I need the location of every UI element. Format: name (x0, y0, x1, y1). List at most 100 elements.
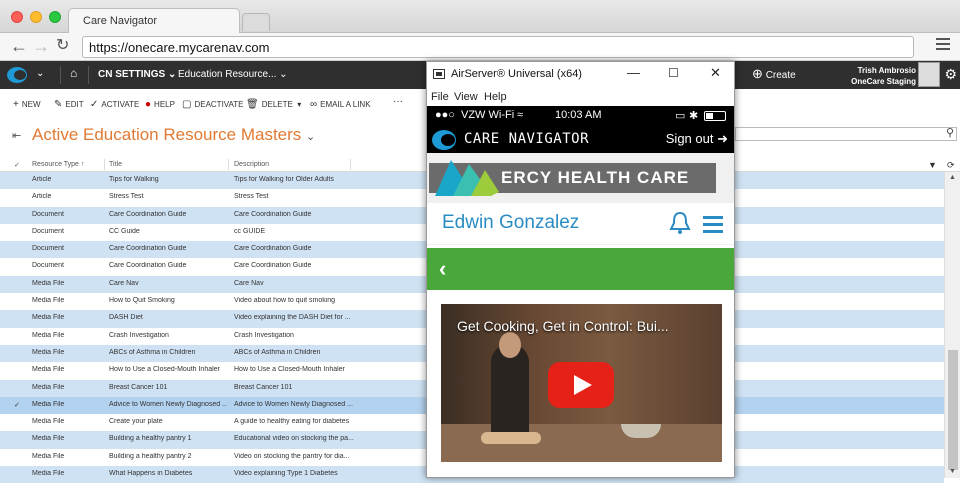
pin-icon[interactable]: ⇤ (12, 129, 21, 142)
activate-button[interactable]: ✓ ACTIVATE (90, 99, 139, 110)
video-player[interactable]: Get Cooking, Get in Control: Bui... (441, 304, 722, 462)
cell-resource-type: Article (32, 193, 52, 201)
search-input[interactable]: ⚲ (735, 127, 957, 141)
chevron-down-icon[interactable]: ⌄ (36, 68, 44, 79)
cell-description: Crash Investigation (234, 331, 294, 339)
close-icon[interactable]: ✕ (710, 65, 721, 81)
cell-title: Stress Test (109, 193, 144, 201)
airserver-menu: File View Help (427, 87, 734, 106)
delete-button[interactable]: 🗑 DELETE ▾ (246, 99, 301, 110)
menu-view[interactable]: View (454, 91, 478, 103)
cell-resource-type: Media File (32, 314, 65, 322)
new-button[interactable]: + NEW (13, 99, 41, 110)
mercy-banner: ERCY HEALTH CARE (427, 153, 734, 203)
help-icon: ● (145, 99, 152, 110)
cell-description: Care Coordination Guide (234, 262, 312, 270)
cell-resource-type: Media File (32, 435, 65, 443)
cell-title: Tips for Walking (109, 176, 159, 183)
cell-resource-type: Document (32, 262, 64, 270)
signout-button[interactable]: Sign out ➜ (666, 131, 728, 147)
menu-file[interactable]: File (431, 91, 449, 103)
video-title: Get Cooking, Get in Control: Bui... (457, 318, 669, 334)
nav-area[interactable]: CN SETTINGS ⌄ (98, 69, 176, 80)
bell-icon[interactable] (669, 211, 691, 235)
menu-help[interactable]: Help (484, 91, 507, 103)
cell-resource-type: Media File (32, 400, 65, 408)
plus-icon: ⊕ (752, 66, 763, 81)
plus-icon: + (13, 99, 19, 110)
cell-resource-type: Media File (32, 452, 65, 460)
reload-icon[interactable]: ↻ (56, 37, 69, 55)
patient-bar: Edwin Gonzalez (427, 203, 734, 245)
nav-entity[interactable]: Education Resource... ⌄ (178, 69, 288, 80)
airserver-title: AirServer® Universal (x64) (451, 68, 582, 80)
cell-description: How to Use a Closed-Mouth Inhaler (234, 366, 345, 374)
cell-description: Video on stocking the pantry for dia... (234, 452, 350, 460)
chevron-left-icon[interactable]: ‹ (439, 256, 446, 282)
edit-button[interactable]: ✎ EDIT (54, 99, 84, 110)
signout-icon: ➜ (717, 131, 728, 146)
column-title[interactable]: Title (109, 161, 122, 168)
cell-description: Care Nav (234, 279, 264, 287)
column-description[interactable]: Description (234, 161, 269, 168)
email-link-button[interactable]: ∞ EMAIL A LINK (310, 99, 371, 110)
create-button[interactable]: ⊕ Create (752, 66, 796, 82)
minimize-window-button[interactable] (30, 11, 42, 23)
minimize-icon[interactable]: — (627, 65, 640, 80)
select-all-check[interactable]: ✓ (14, 161, 20, 169)
scroll-up-icon: ▲ (949, 174, 956, 181)
maximize-icon[interactable]: ☐ (668, 66, 679, 80)
user-name: Trish Ambrosio (857, 66, 916, 75)
scroll-down-icon: ▼ (949, 468, 956, 475)
play-icon[interactable] (548, 362, 614, 408)
user-info[interactable]: Trish Ambrosio OneCare Staging (851, 65, 916, 87)
refresh-icon[interactable]: ⟳ (947, 160, 955, 171)
time: 10:03 AM (555, 109, 602, 121)
cell-description: Educational video on stocking the pa... (234, 435, 354, 443)
cell-title: ABCs of Asthma in Children (109, 348, 196, 356)
cell-description: ABCs of Asthma in Children (234, 348, 321, 356)
scroll-thumb[interactable] (948, 350, 958, 470)
org-name: OneCare Staging (851, 77, 916, 86)
url-text: https://onecare.mycarenav.com (89, 40, 270, 55)
deactivate-icon: ▢ (182, 99, 192, 110)
help-button[interactable]: ● HELP (145, 99, 175, 110)
column-resource-type[interactable]: Resource Type ↑ (32, 161, 84, 168)
view-selector[interactable]: Active Education Resource Masters ⌄ (32, 125, 315, 145)
avatar[interactable] (918, 62, 940, 87)
app-logo[interactable] (6, 65, 32, 85)
address-bar[interactable]: https://onecare.mycarenav.com (82, 36, 914, 58)
cell-resource-type: Media File (32, 470, 65, 478)
cell-title: How to Quit Smoking (109, 297, 175, 305)
new-tab-button[interactable] (242, 13, 270, 31)
edit-icon: ✎ (54, 99, 63, 110)
menu-icon[interactable] (936, 38, 950, 53)
filter-icon[interactable]: ▼ (928, 160, 937, 170)
search-icon: ⚲ (945, 127, 954, 139)
cell-resource-type: Document (32, 227, 64, 235)
cell-title: Advice to Women Newly Diagnosed ... (109, 400, 227, 408)
cell-resource-type: Media File (32, 297, 65, 305)
cell-resource-type: Media File (32, 366, 65, 374)
back-bar: ‹ (427, 248, 734, 290)
mercy-text: ERCY HEALTH CARE (501, 168, 690, 187)
more-commands-button[interactable]: ··· (393, 96, 403, 107)
maximize-window-button[interactable] (49, 11, 61, 23)
back-icon[interactable]: ← (10, 37, 28, 55)
forward-icon[interactable]: → (32, 37, 50, 55)
browser-tab[interactable]: Care Navigator (68, 8, 240, 34)
carrier: VZW Wi-Fi (461, 109, 515, 121)
cn-header: CARE NAVIGATOR Sign out ➜ (427, 125, 734, 153)
airserver-window: AirServer® Universal (x64) — ☐ ✕ File Vi… (426, 61, 735, 478)
hamburger-icon[interactable] (703, 216, 723, 237)
close-window-button[interactable] (11, 11, 23, 23)
cell-description: Breast Cancer 101 (234, 383, 293, 391)
grid-scrollbar[interactable]: ▲ ▼ (944, 172, 960, 478)
home-icon[interactable]: ⌂ (70, 66, 77, 80)
cell-description: cc GUIDE (234, 227, 266, 235)
gear-icon[interactable]: ⚙ (944, 66, 957, 83)
cell-title: Care Nav (109, 279, 139, 287)
deactivate-button[interactable]: ▢ DEACTIVATE (182, 99, 244, 110)
cell-description: Video explaining the DASH Diet for ... (234, 314, 351, 322)
cell-title: Building a healthy pantry 2 (109, 452, 192, 460)
